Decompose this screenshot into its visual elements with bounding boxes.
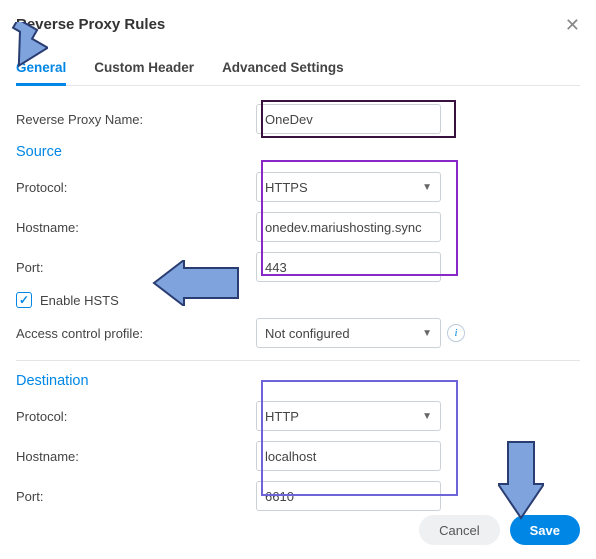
cancel-button[interactable]: Cancel xyxy=(419,515,499,545)
chevron-down-icon: ▼ xyxy=(422,182,432,193)
label-destination-protocol: Protocol: xyxy=(16,409,256,424)
section-source: Source xyxy=(16,144,580,160)
access-control-profile-select[interactable]: Not configured ▼ xyxy=(256,318,441,348)
source-protocol-select[interactable]: HTTPS ▼ xyxy=(256,172,441,202)
label-source-protocol: Protocol: xyxy=(16,180,256,195)
tab-advanced-settings[interactable]: Advanced Settings xyxy=(222,52,344,85)
save-button[interactable]: Save xyxy=(510,515,580,545)
divider xyxy=(16,360,580,361)
close-icon[interactable]: ✕ xyxy=(565,16,580,34)
destination-protocol-value: HTTP xyxy=(265,409,299,424)
tab-general[interactable]: General xyxy=(16,52,66,86)
dialog-title: Reverse Proxy Rules xyxy=(16,16,165,33)
reverse-proxy-name-input[interactable] xyxy=(256,104,441,134)
source-port-input[interactable] xyxy=(256,252,441,282)
access-control-profile-value: Not configured xyxy=(265,326,350,341)
label-source-hostname: Hostname: xyxy=(16,220,256,235)
annotation-box xyxy=(261,380,458,496)
destination-hostname-input[interactable] xyxy=(256,441,441,471)
label-access-control-profile: Access control profile: xyxy=(16,326,256,341)
dialog-footer: Cancel Save xyxy=(419,515,580,545)
enable-hsts-checkbox[interactable]: ✓ xyxy=(16,292,32,308)
label-enable-hsts: Enable HSTS xyxy=(40,293,119,308)
source-protocol-value: HTTPS xyxy=(265,180,308,195)
destination-protocol-select[interactable]: HTTP ▼ xyxy=(256,401,441,431)
label-destination-port: Port: xyxy=(16,489,256,504)
tab-custom-header[interactable]: Custom Header xyxy=(94,52,194,85)
info-icon[interactable]: i xyxy=(447,324,465,342)
label-reverse-proxy-name: Reverse Proxy Name: xyxy=(16,112,256,127)
chevron-down-icon: ▼ xyxy=(422,411,432,422)
source-hostname-input[interactable] xyxy=(256,212,441,242)
destination-port-input[interactable] xyxy=(256,481,441,511)
chevron-down-icon: ▼ xyxy=(422,328,432,339)
tabs: General Custom Header Advanced Settings xyxy=(16,52,580,86)
label-source-port: Port: xyxy=(16,260,256,275)
section-destination: Destination xyxy=(16,373,580,389)
label-destination-hostname: Hostname: xyxy=(16,449,256,464)
